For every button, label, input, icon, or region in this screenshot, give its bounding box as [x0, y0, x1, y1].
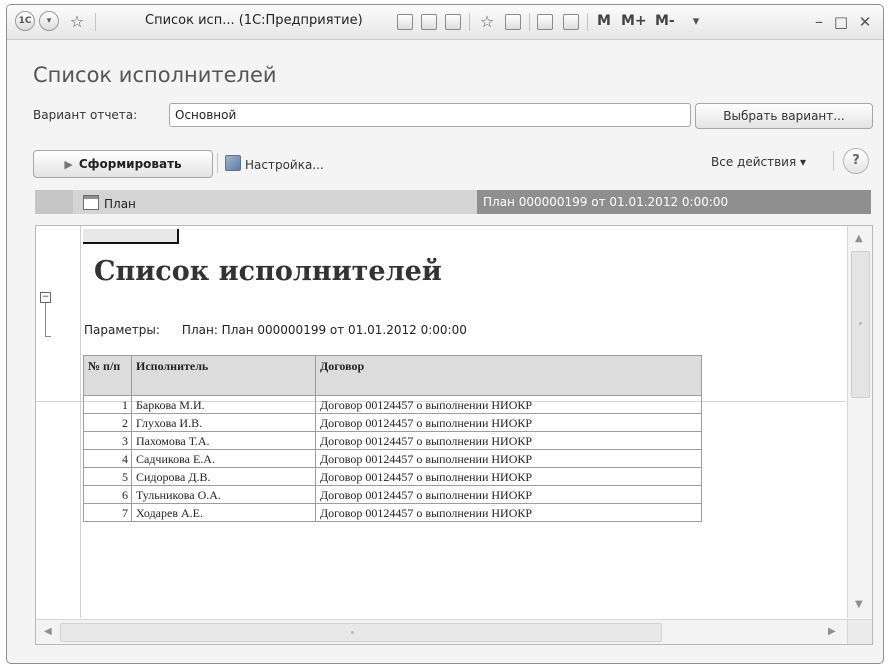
- table-row[interactable]: 5 Сидорова Д.В. Договор 00124457 о выпол…: [83, 467, 702, 486]
- help-icon[interactable]: ?: [843, 148, 869, 174]
- table-row[interactable]: 4 Садчикова Е.А. Договор 00124457 о выпо…: [83, 449, 702, 468]
- settings-icon: [225, 155, 241, 171]
- settings-button[interactable]: Настройка...: [225, 155, 324, 172]
- row-contract: Договор 00124457 о выполнении НИОКР: [315, 431, 702, 450]
- selected-cell[interactable]: [83, 229, 179, 244]
- report-window: 1С ▾ ☆ Список исп... (1С:Предприятие) ☆ …: [6, 4, 884, 664]
- generate-button-label: Сформировать: [78, 157, 182, 171]
- row-number: 1: [83, 395, 132, 414]
- collapse-group-icon[interactable]: −: [40, 292, 51, 303]
- add-favorite-icon[interactable]: ☆: [477, 12, 497, 32]
- memory-plus-button[interactable]: M+: [621, 13, 647, 29]
- menu-dropdown-icon[interactable]: ▾: [39, 11, 59, 31]
- window-title: Список исп... (1С:Предприятие): [145, 13, 363, 28]
- row-number: 5: [83, 467, 132, 486]
- grip-dot: [859, 322, 862, 325]
- table-row[interactable]: 1 Баркова М.И. Договор 00124457 о выполн…: [83, 395, 702, 414]
- parameter-bar-grip: [35, 190, 73, 214]
- variant-field[interactable]: Основной: [169, 103, 691, 127]
- row-contract: Договор 00124457 о выполнении НИОКР: [315, 503, 702, 522]
- calendar-icon: [83, 195, 99, 210]
- row-number: 7: [83, 503, 132, 522]
- memory-minus-button[interactable]: M-: [655, 13, 675, 29]
- favorite-star-icon[interactable]: ☆: [67, 12, 87, 32]
- bookmark-icon[interactable]: [505, 14, 521, 30]
- row-executor: Глухова И.В.: [131, 413, 316, 432]
- horizontal-scrollbar[interactable]: ◀ ▶: [36, 619, 847, 644]
- toolbar-separator: [587, 13, 588, 31]
- close-icon[interactable]: ✕: [857, 12, 873, 32]
- calendar-icon[interactable]: [563, 14, 579, 30]
- grip-dot: [351, 631, 354, 634]
- plan-parameter[interactable]: План: [83, 195, 136, 211]
- scroll-corner: [847, 619, 872, 644]
- report-parameters: Параметры: План: План 000000199 от 01.01.…: [84, 323, 467, 337]
- print-icon[interactable]: [421, 14, 437, 30]
- report-document[interactable]: − Список исполнителей Параметры: План: Пл…: [35, 225, 873, 645]
- plan-parameter-label: План: [104, 197, 136, 211]
- row-executor: Садчикова Е.А.: [131, 449, 316, 468]
- executors-table: № п/п Исполнитель Договор 1 Баркова М.И.…: [83, 355, 702, 522]
- scroll-down-icon[interactable]: ▼: [855, 600, 863, 610]
- vertical-scroll-thumb[interactable]: [851, 251, 870, 398]
- print-preview-icon[interactable]: [445, 14, 461, 30]
- row-number: 4: [83, 449, 132, 468]
- toolbar-divider: [833, 151, 834, 171]
- column-header-contract: Договор: [315, 355, 702, 396]
- maximize-icon[interactable]: □: [833, 12, 849, 32]
- report-parameters-value: План: План 000000199 от 01.01.2012 0:00:…: [181, 323, 467, 337]
- calculator-icon[interactable]: [537, 14, 553, 30]
- row-contract: Договор 00124457 о выполнении НИОКР: [315, 449, 702, 468]
- minimize-icon[interactable]: –: [811, 12, 827, 32]
- column-header-num: № п/п: [83, 355, 132, 396]
- table-row[interactable]: 2 Глухова И.В. Договор 00124457 о выполн…: [83, 413, 702, 432]
- toolbar-separator: [469, 13, 470, 31]
- toolbar-divider: [217, 153, 218, 173]
- row-executor: Тульникова О.А.: [131, 485, 316, 504]
- column-header-executor: Исполнитель: [131, 355, 316, 396]
- parameter-bar: План План 000000199 от 01.01.2012 0:00:0…: [35, 190, 871, 214]
- horizontal-scroll-thumb[interactable]: [60, 623, 662, 642]
- group-line-end: [45, 336, 51, 337]
- table-row[interactable]: 3 Пахомова Т.А. Договор 00124457 о выпол…: [83, 431, 702, 450]
- title-separator: [95, 13, 96, 31]
- title-bar: 1С ▾ ☆ Список исп... (1С:Предприятие) ☆ …: [7, 5, 883, 40]
- scroll-left-icon[interactable]: ◀: [44, 627, 52, 637]
- row-contract: Договор 00124457 о выполнении НИОКР: [315, 413, 702, 432]
- play-icon: ▶: [64, 158, 73, 171]
- report-parameters-label: Параметры:: [84, 323, 160, 337]
- variant-label: Вариант отчета:: [33, 108, 138, 122]
- row-executor: Пахомова Т.А.: [131, 431, 316, 450]
- 1c-logo-icon[interactable]: 1С: [15, 11, 35, 31]
- more-dropdown-icon[interactable]: ▾: [689, 12, 703, 32]
- vertical-scrollbar[interactable]: ▲ ▼: [847, 226, 872, 618]
- row-executor: Баркова М.И.: [131, 395, 316, 414]
- select-variant-button[interactable]: Выбрать вариант...: [695, 103, 873, 129]
- row-number: 6: [83, 485, 132, 504]
- memory-button[interactable]: M: [597, 13, 611, 29]
- save-icon[interactable]: [397, 14, 413, 30]
- row-number: 2: [83, 413, 132, 432]
- row-number: 3: [83, 431, 132, 450]
- table-row[interactable]: 6 Тульникова О.А. Договор 00124457 о вып…: [83, 485, 702, 504]
- report-title: Список исполнителей: [94, 256, 442, 287]
- all-actions-menu[interactable]: Все действия ▾: [711, 155, 806, 169]
- row-contract: Договор 00124457 о выполнении НИОКР: [315, 467, 702, 486]
- plan-parameter-value[interactable]: План 000000199 от 01.01.2012 0:00:00: [477, 190, 871, 214]
- group-line: [45, 303, 46, 337]
- grouping-column: −: [36, 226, 81, 618]
- row-contract: Договор 00124457 о выполнении НИОКР: [315, 485, 702, 504]
- generate-button[interactable]: ▶ Сформировать: [33, 150, 213, 178]
- scroll-right-icon[interactable]: ▶: [828, 627, 836, 637]
- page-title: Список исполнителей: [33, 63, 277, 87]
- scroll-up-icon[interactable]: ▲: [855, 234, 863, 244]
- row-executor: Ходарев А.Е.: [131, 503, 316, 522]
- settings-label: Настройка...: [245, 158, 324, 172]
- row-contract: Договор 00124457 о выполнении НИОКР: [315, 395, 702, 414]
- row-executor: Сидорова Д.В.: [131, 467, 316, 486]
- table-row[interactable]: 7 Ходарев А.Е. Договор 00124457 о выполн…: [83, 503, 702, 522]
- toolbar-separator: [529, 13, 530, 31]
